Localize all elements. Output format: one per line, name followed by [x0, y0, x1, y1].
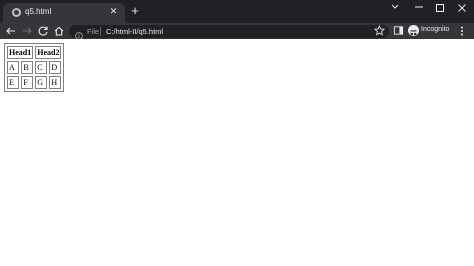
table-cell: D	[49, 61, 62, 74]
side-panel-icon[interactable]	[393, 25, 405, 37]
browser-tab[interactable]: q5.html ✕	[3, 3, 125, 23]
new-tab-button[interactable]: +	[129, 4, 141, 17]
header-cell: Head2	[35, 46, 62, 59]
browser-toolbar: File C:/html-II/q5.html Incognito	[0, 23, 474, 40]
data-table: Head1 Head2 A B C D E F G H	[4, 43, 65, 92]
scheme-label: File	[87, 27, 100, 36]
url-text[interactable]: C:/html-II/q5.html	[106, 27, 163, 36]
header-cell: Head1	[7, 46, 34, 59]
divider	[100, 27, 101, 36]
globe-icon	[12, 8, 21, 17]
chevron-down-icon[interactable]	[388, 2, 402, 14]
incognito-label[interactable]: Incognito	[421, 26, 449, 33]
table-cell: E	[7, 76, 20, 89]
page-content: Head1 Head2 A B C D E F G H	[0, 39, 474, 266]
table-cell: C	[35, 61, 48, 74]
info-icon[interactable]	[75, 27, 83, 40]
table-cell: A	[7, 61, 20, 74]
more-menu-icon[interactable]	[459, 25, 471, 37]
table-cell: B	[21, 61, 34, 74]
reload-icon[interactable]	[37, 25, 49, 37]
table-row: E F G H	[7, 76, 62, 89]
tab-strip: q5.html ✕ +	[0, 0, 474, 23]
table-cell: F	[21, 76, 34, 89]
maximize-icon[interactable]	[433, 2, 447, 14]
table-cell: H	[49, 76, 62, 89]
minimize-icon[interactable]	[412, 2, 426, 14]
table-cell: G	[35, 76, 48, 89]
tab-close-icon[interactable]: ✕	[108, 6, 119, 17]
table-row: A B C D	[7, 61, 62, 74]
forward-arrow-icon[interactable]	[21, 25, 33, 37]
incognito-icon[interactable]	[408, 25, 419, 36]
close-icon[interactable]	[455, 2, 469, 14]
tab-title: q5.html	[25, 7, 52, 16]
home-icon[interactable]	[53, 25, 65, 37]
back-arrow-icon[interactable]	[5, 25, 17, 37]
bookmark-star-icon[interactable]	[374, 25, 386, 37]
table-header-row: Head1 Head2	[7, 46, 62, 59]
address-bar[interactable]: File C:/html-II/q5.html	[69, 25, 389, 40]
